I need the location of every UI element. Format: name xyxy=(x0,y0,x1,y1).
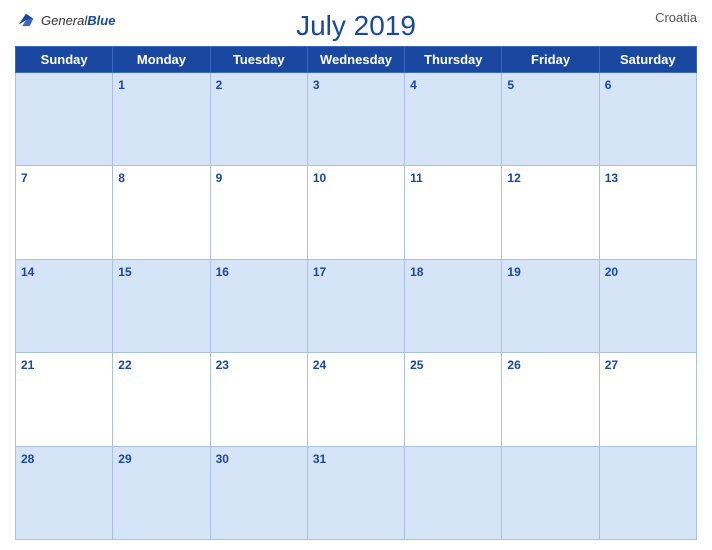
day-number: 16 xyxy=(216,265,229,279)
day-number: 2 xyxy=(216,78,223,92)
calendar-cell: 13 xyxy=(599,166,696,259)
header-saturday: Saturday xyxy=(599,47,696,73)
calendar-cell: 12 xyxy=(502,166,599,259)
calendar-cell xyxy=(405,446,502,539)
day-number: 7 xyxy=(21,171,28,185)
day-number: 23 xyxy=(216,358,229,372)
header-monday: Monday xyxy=(113,47,210,73)
day-number: 21 xyxy=(21,358,34,372)
calendar-week-row: 14 15 16 17 18 19 20 xyxy=(16,259,697,352)
day-number: 29 xyxy=(118,452,131,466)
header-friday: Friday xyxy=(502,47,599,73)
calendar-cell: 18 xyxy=(405,259,502,352)
logo-area: GeneralBlue xyxy=(15,10,115,32)
calendar-cell: 11 xyxy=(405,166,502,259)
country-label: Croatia xyxy=(655,10,697,25)
day-number: 20 xyxy=(605,265,618,279)
calendar-week-row: 28 29 30 31 xyxy=(16,446,697,539)
header-tuesday: Tuesday xyxy=(210,47,307,73)
logo-icon xyxy=(15,10,37,32)
calendar-cell: 19 xyxy=(502,259,599,352)
calendar-cell: 22 xyxy=(113,353,210,446)
calendar-title: July 2019 xyxy=(296,10,416,42)
calendar-cell: 3 xyxy=(307,73,404,166)
day-number: 3 xyxy=(313,78,320,92)
calendar-week-row: 1 2 3 4 5 6 xyxy=(16,73,697,166)
calendar-cell xyxy=(16,73,113,166)
calendar-cell: 28 xyxy=(16,446,113,539)
day-number: 14 xyxy=(21,265,34,279)
calendar-cell: 20 xyxy=(599,259,696,352)
calendar-cell: 17 xyxy=(307,259,404,352)
day-number: 27 xyxy=(605,358,618,372)
day-number: 28 xyxy=(21,452,34,466)
calendar-cell: 26 xyxy=(502,353,599,446)
day-number: 13 xyxy=(605,171,618,185)
calendar-table: Sunday Monday Tuesday Wednesday Thursday… xyxy=(15,46,697,540)
calendar-cell: 9 xyxy=(210,166,307,259)
header-sunday: Sunday xyxy=(16,47,113,73)
day-number: 9 xyxy=(216,171,223,185)
calendar-cell: 16 xyxy=(210,259,307,352)
calendar-cell: 6 xyxy=(599,73,696,166)
day-number: 26 xyxy=(507,358,520,372)
calendar-cell: 4 xyxy=(405,73,502,166)
day-number: 25 xyxy=(410,358,423,372)
calendar-cell xyxy=(502,446,599,539)
day-number: 15 xyxy=(118,265,131,279)
day-number: 11 xyxy=(410,171,423,185)
day-number: 12 xyxy=(507,171,520,185)
header-wednesday: Wednesday xyxy=(307,47,404,73)
calendar-cell: 31 xyxy=(307,446,404,539)
calendar-cell: 10 xyxy=(307,166,404,259)
calendar-cell: 24 xyxy=(307,353,404,446)
logo-general: GeneralBlue xyxy=(41,12,115,30)
day-number: 22 xyxy=(118,358,131,372)
calendar-cell: 8 xyxy=(113,166,210,259)
calendar-cell: 2 xyxy=(210,73,307,166)
calendar-cell: 27 xyxy=(599,353,696,446)
calendar-cell: 1 xyxy=(113,73,210,166)
calendar-cell: 25 xyxy=(405,353,502,446)
weekday-header-row: Sunday Monday Tuesday Wednesday Thursday… xyxy=(16,47,697,73)
day-number: 30 xyxy=(216,452,229,466)
day-number: 1 xyxy=(118,78,125,92)
calendar-cell: 23 xyxy=(210,353,307,446)
calendar-week-row: 21 22 23 24 25 26 27 xyxy=(16,353,697,446)
calendar-cell: 15 xyxy=(113,259,210,352)
header-row: GeneralBlue July 2019 Croatia xyxy=(15,10,697,42)
day-number: 19 xyxy=(507,265,520,279)
calendar-cell: 29 xyxy=(113,446,210,539)
day-number: 6 xyxy=(605,78,612,92)
day-number: 10 xyxy=(313,171,326,185)
day-number: 17 xyxy=(313,265,326,279)
header-thursday: Thursday xyxy=(405,47,502,73)
day-number: 31 xyxy=(313,452,326,466)
day-number: 8 xyxy=(118,171,125,185)
day-number: 24 xyxy=(313,358,326,372)
calendar-cell: 14 xyxy=(16,259,113,352)
day-number: 18 xyxy=(410,265,423,279)
calendar-week-row: 7 8 9 10 11 12 13 xyxy=(16,166,697,259)
calendar-cell: 21 xyxy=(16,353,113,446)
day-number: 4 xyxy=(410,78,417,92)
calendar-cell: 7 xyxy=(16,166,113,259)
calendar-cell: 30 xyxy=(210,446,307,539)
calendar-cell xyxy=(599,446,696,539)
calendar-cell: 5 xyxy=(502,73,599,166)
calendar-container: GeneralBlue July 2019 Croatia Sunday Mon… xyxy=(0,0,712,550)
day-number: 5 xyxy=(507,78,514,92)
